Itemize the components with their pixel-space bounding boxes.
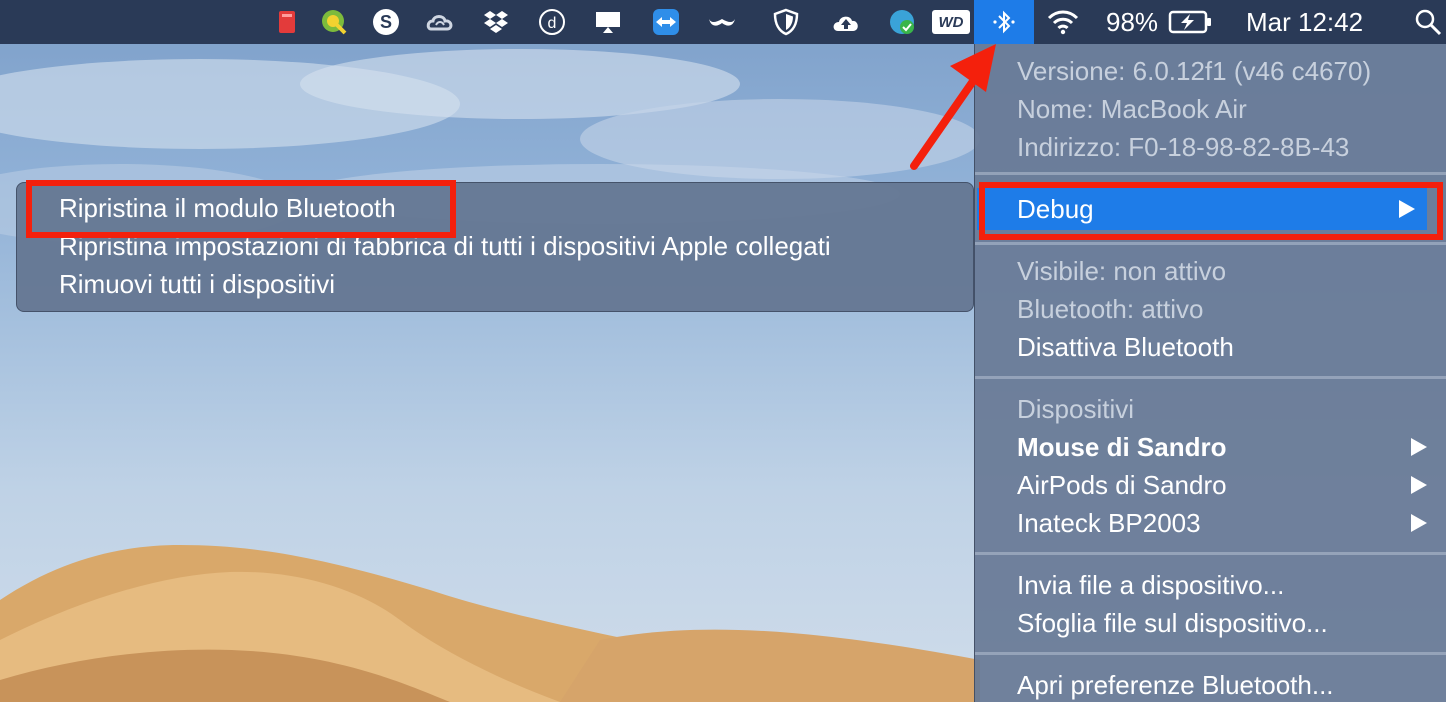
- creative-cloud-icon[interactable]: [424, 6, 456, 38]
- bluetooth-menu-extra[interactable]: [974, 0, 1034, 44]
- reset-module-annotation-box: [26, 180, 456, 238]
- dashlane-icon[interactable]: d: [536, 6, 568, 38]
- qgis-icon[interactable]: [318, 6, 350, 38]
- battery-icon[interactable]: [1168, 6, 1214, 38]
- sync-check-icon[interactable]: [886, 6, 918, 38]
- clock[interactable]: Mar 12:42: [1246, 6, 1363, 38]
- preferences-item[interactable]: Apri preferenze Bluetooth...: [1017, 668, 1334, 702]
- moustache-icon[interactable]: [706, 6, 738, 38]
- menu-bar: S d WD 98% Mar 12:42: [0, 0, 1446, 44]
- remove-all-devices-item[interactable]: Rimuovi tutti i dispositivi: [59, 267, 335, 301]
- device-inateck[interactable]: Inateck BP2003: [1017, 506, 1201, 540]
- submenu-arrow-icon: [1411, 476, 1427, 494]
- teamviewer-icon[interactable]: [650, 6, 682, 38]
- menu-separator: [975, 652, 1446, 655]
- bluetooth-dropdown-menu: Versione: 6.0.12f1 (v46 c4670) Nome: Mac…: [974, 44, 1446, 702]
- browse-file-item[interactable]: Sfoglia file sul dispositivo...: [1017, 606, 1328, 640]
- device-mouse[interactable]: Mouse di Sandro: [1017, 430, 1226, 464]
- upload-cloud-icon[interactable]: [830, 6, 862, 38]
- airdisplay-icon[interactable]: [592, 6, 624, 38]
- bluetooth-status: Bluetooth: attivo: [1017, 294, 1204, 324]
- spotlight-icon[interactable]: [1412, 6, 1444, 38]
- svg-text:d: d: [548, 15, 557, 32]
- dropbox-icon[interactable]: [480, 6, 512, 38]
- send-file-item[interactable]: Invia file a dispositivo...: [1017, 568, 1284, 602]
- shield-icon[interactable]: [770, 6, 802, 38]
- submenu-arrow-icon: [1411, 514, 1427, 532]
- svg-text:S: S: [380, 12, 392, 32]
- bluetooth-icon: [993, 10, 1015, 34]
- device-airpods[interactable]: AirPods di Sandro: [1017, 468, 1227, 502]
- visible-status: Visibile: non attivo: [1017, 256, 1227, 286]
- wd-label: WD: [932, 10, 970, 34]
- debug-annotation-box: [979, 182, 1443, 240]
- address-info: Indirizzo: F0-18-98-82-8B-43: [1017, 132, 1350, 162]
- toggle-bluetooth-item[interactable]: Disattiva Bluetooth: [1017, 330, 1234, 364]
- menu-separator: [975, 376, 1446, 379]
- menu-separator: [975, 242, 1446, 245]
- wifi-icon[interactable]: [1044, 6, 1082, 38]
- menu-separator: [975, 172, 1446, 175]
- skype-icon[interactable]: S: [370, 6, 402, 38]
- battery-percent[interactable]: 98%: [1106, 6, 1158, 38]
- wd-icon[interactable]: WD: [930, 6, 972, 38]
- submenu-arrow-icon: [1411, 438, 1427, 456]
- devices-header: Dispositivi: [1017, 394, 1135, 424]
- flag-icon[interactable]: [272, 6, 304, 38]
- menu-separator: [975, 552, 1446, 555]
- version-info: Versione: 6.0.12f1 (v46 c4670): [1017, 56, 1372, 86]
- name-info: Nome: MacBook Air: [1017, 94, 1247, 124]
